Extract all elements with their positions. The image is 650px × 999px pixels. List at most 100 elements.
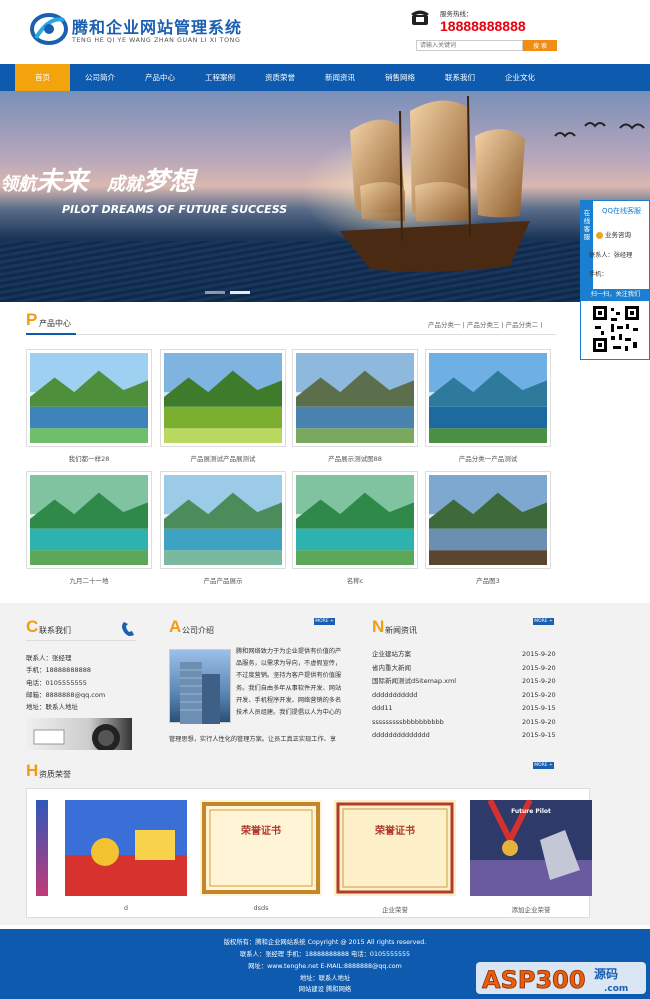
banner-slogan-part: 领航 xyxy=(0,174,36,195)
product-image[interactable] xyxy=(425,471,551,569)
banner-slogan-en: PILOT DREAMS OF FUTURE SUCCESS xyxy=(62,203,288,216)
product-name[interactable]: 名称c xyxy=(292,575,418,585)
nav-item-honors[interactable]: 资质荣誉 xyxy=(250,64,310,91)
sailing-ship-image xyxy=(340,95,530,272)
product-image[interactable] xyxy=(160,471,286,569)
headset-image xyxy=(33,724,120,750)
news-more-button[interactable]: MORE + xyxy=(533,618,554,625)
service-contact: 联系人：张经理 xyxy=(589,252,633,259)
news-date: 2015-9-20 xyxy=(522,650,556,658)
search-button[interactable]: 搜 索 xyxy=(523,40,557,51)
product-name[interactable]: 产品展示测试图88 xyxy=(292,453,418,463)
honor-name[interactable]: 添加企业荣誉 xyxy=(470,904,592,914)
news-title[interactable]: 企业建站方案 xyxy=(372,648,411,662)
news-item[interactable]: sssssssssbbbbbbbbbb 2015-9-20 xyxy=(372,716,558,730)
nav-item-contact[interactable]: 联系我们 xyxy=(430,64,490,91)
product-image[interactable] xyxy=(26,471,152,569)
nav-item-products[interactable]: 产品中心 xyxy=(130,64,190,91)
divider xyxy=(26,334,556,335)
news-title[interactable]: 国际新闻测试dSitemap.xml xyxy=(372,675,456,689)
news-item[interactable]: dddddddddddddd 2015-9-15 xyxy=(372,729,558,743)
contact-info: 联系人：张经理 手机：18888888888 电话：0105555555 邮箱：… xyxy=(26,652,105,713)
nav-item-news[interactable]: 新闻资讯 xyxy=(310,64,370,91)
product-photo xyxy=(164,475,282,565)
certificate-heading: 荣誉证书 xyxy=(375,826,415,837)
product-image[interactable] xyxy=(26,349,152,447)
certificate-heading: 荣誉证书 xyxy=(241,826,281,837)
nav-item-sales[interactable]: 销售网络 xyxy=(370,64,430,91)
honor-name[interactable]: d xyxy=(65,904,187,912)
section-name: 产品中心 xyxy=(39,319,71,328)
business-chat-link[interactable]: 业务咨询 xyxy=(596,229,631,239)
news-date: 2015-9-15 xyxy=(522,704,556,712)
about-more-button[interactable]: MORE + xyxy=(314,618,335,625)
honor-more-button[interactable]: MORE + xyxy=(533,762,554,769)
product-photo xyxy=(164,353,282,443)
hotline-number: 18888888888 xyxy=(440,18,526,34)
honor-prev-image[interactable] xyxy=(36,800,48,896)
asp300-watermark-logo: ASP300 源码 .com xyxy=(476,962,646,994)
product-name[interactable]: 产品展测试产品展测试 xyxy=(160,453,286,463)
news-item[interactable]: ddddddddddd 2015-9-20 xyxy=(372,689,558,703)
honor-name[interactable]: dsds xyxy=(200,904,322,912)
product-name[interactable]: 九月二十一地 xyxy=(26,575,152,585)
news-date: 2015-9-20 xyxy=(522,690,556,699)
certificate-image xyxy=(200,800,322,896)
honor-name[interactable]: 企业荣誉 xyxy=(334,904,456,914)
product-name[interactable]: 产品分类一产品测试 xyxy=(425,453,551,463)
service-phone: 手机： xyxy=(589,271,608,278)
news-title[interactable]: ddddddddddd xyxy=(372,689,417,703)
news-title[interactable]: 省内重大新闻 xyxy=(372,662,411,676)
product-card[interactable]: 产品展测试产品展测试 xyxy=(160,349,286,463)
qq-icon xyxy=(596,231,603,239)
product-image[interactable] xyxy=(292,471,418,569)
product-card[interactable]: 产品分类一产品测试 xyxy=(425,349,551,463)
news-title[interactable]: dddddddddddddd xyxy=(372,729,430,743)
product-name[interactable]: 我们都一样28 xyxy=(26,453,152,463)
news-title[interactable]: sssssssssbbbbbbbbbb xyxy=(372,716,444,730)
product-image[interactable] xyxy=(160,349,286,447)
honor-certificate-image[interactable]: Future Pilot xyxy=(470,798,592,896)
news-item[interactable]: ddd11 2015-9-15 xyxy=(372,702,558,716)
svg-text:ASP300: ASP300 xyxy=(482,966,586,994)
product-card[interactable]: 名称c xyxy=(292,471,418,585)
honor-certificate-image[interactable] xyxy=(65,800,187,896)
product-card[interactable]: 我们都一样28 xyxy=(26,349,152,463)
product-name[interactable]: 产品产品展示 xyxy=(160,575,286,585)
news-title[interactable]: ddd11 xyxy=(372,702,393,716)
product-card[interactable]: 九月二十一地 xyxy=(26,471,152,585)
nav-item-about[interactable]: 公司简介 xyxy=(70,64,130,91)
honor-certificate-image[interactable]: 荣誉证书 xyxy=(334,800,456,896)
product-image[interactable] xyxy=(425,349,551,447)
news-item[interactable]: 国际新闻测试dSitemap.xml 2015-9-20 xyxy=(372,675,558,689)
nav-item-home[interactable]: 首页 xyxy=(15,64,70,91)
product-image[interactable] xyxy=(292,349,418,447)
divider xyxy=(26,640,136,641)
certificate-heading: Future Pilot xyxy=(511,808,551,815)
nav-item-cases[interactable]: 工程案例 xyxy=(190,64,250,91)
nav-item-culture[interactable]: 企业文化 xyxy=(490,64,550,91)
product-card[interactable]: 产品展示测试图88 xyxy=(292,349,418,463)
section-letter: P xyxy=(26,310,38,329)
contact-headset-image xyxy=(26,718,132,750)
section-name: 新闻资讯 xyxy=(385,626,417,635)
banner-slide-dot[interactable] xyxy=(230,291,250,294)
search-input[interactable] xyxy=(416,40,523,51)
honor-certificate-image[interactable]: 荣誉证书 xyxy=(200,800,322,896)
hero-banner[interactable]: 领航未来 成就梦想 PILOT DREAMS OF FUTURE SUCCESS xyxy=(0,91,650,302)
contact-person: 联系人：张经理 xyxy=(26,654,72,662)
section-name: 公司介绍 xyxy=(182,626,214,635)
product-card[interactable]: 产品产品展示 xyxy=(160,471,286,585)
product-photo xyxy=(30,475,148,565)
product-name[interactable]: 产品图3 xyxy=(425,575,551,585)
banner-slide-dot[interactable] xyxy=(205,291,225,294)
contact-phone: 电话：0105555555 xyxy=(26,678,87,687)
logo-swirl-icon xyxy=(30,13,68,45)
news-item[interactable]: 企业建站方案 2015-9-20 xyxy=(372,648,558,662)
news-item[interactable]: 省内重大新闻 2015-9-20 xyxy=(372,662,558,676)
product-category-links[interactable]: 产品分类一 | 产品分类三 | 产品分类二 | xyxy=(428,319,542,329)
certificate-image xyxy=(65,800,187,896)
banner-slogan: 领航未来 成就梦想 xyxy=(0,161,195,198)
product-card[interactable]: 产品图3 xyxy=(425,471,551,585)
site-logo[interactable]: 腾和企业网站管理系统 TENG HE QI YE WANG ZHAN GUAN … xyxy=(30,10,280,50)
